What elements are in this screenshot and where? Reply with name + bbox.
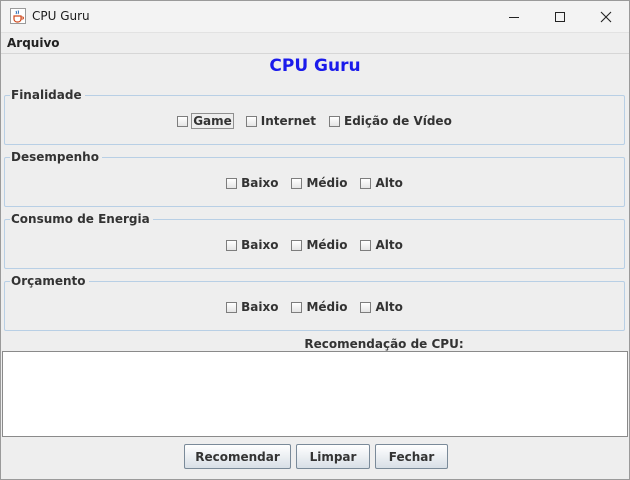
checkbox-box[interactable] xyxy=(291,301,303,313)
close-button[interactable]: Fechar xyxy=(375,444,448,469)
checkbox-box[interactable] xyxy=(360,239,372,251)
checkbox-box[interactable] xyxy=(226,177,238,189)
menu-bar: Arquivo xyxy=(1,33,629,54)
app-window: CPU Guru Arquivo CPU Guru Finalidade Gam… xyxy=(0,0,630,480)
close-icon xyxy=(600,11,612,22)
checkbox-desempenho-medio[interactable]: Médio xyxy=(291,176,347,190)
checkbox-label: Edição de Vídeo xyxy=(344,114,452,128)
menu-arquivo[interactable]: Arquivo xyxy=(7,36,60,50)
checkbox-label: Baixo xyxy=(241,300,279,314)
title-bar[interactable]: CPU Guru xyxy=(1,1,629,33)
checkbox-label: Baixo xyxy=(241,176,279,190)
checkbox-label: Médio xyxy=(306,176,348,190)
close-window-button[interactable] xyxy=(583,1,629,32)
checkbox-desempenho-alto[interactable]: Alto xyxy=(360,176,403,190)
checkbox-consumo-baixo[interactable]: Baixo xyxy=(226,238,278,252)
maximize-icon xyxy=(555,11,565,22)
checkbox-orcamento-baixo[interactable]: Baixo xyxy=(226,300,278,314)
checkbox-label: Game xyxy=(191,113,234,129)
checkbox-box[interactable] xyxy=(329,115,340,127)
checkbox-box[interactable] xyxy=(226,239,238,251)
checkbox-box[interactable] xyxy=(360,177,372,189)
recommendation-label: Recomendação de CPU: xyxy=(304,337,464,351)
checkbox-box[interactable] xyxy=(177,115,189,127)
recommendation-output[interactable] xyxy=(2,351,628,437)
checkbox-box[interactable] xyxy=(226,301,238,313)
checkbox-orcamento-alto[interactable]: Alto xyxy=(360,300,403,314)
checkbox-label: Médio xyxy=(306,300,348,314)
minimize-icon xyxy=(509,16,519,18)
group-title: Desempenho xyxy=(10,150,102,164)
checkbox-game[interactable]: Game xyxy=(177,113,234,129)
checkbox-label: Alto xyxy=(375,238,403,252)
checkbox-label: Alto xyxy=(375,300,403,314)
checkbox-box[interactable] xyxy=(245,115,257,127)
group-title: Orçamento xyxy=(10,274,89,288)
group-title: Consumo de Energia xyxy=(10,212,153,226)
checkbox-box[interactable] xyxy=(291,239,303,251)
checkbox-label: Médio xyxy=(306,238,348,252)
group-orcamento: Orçamento Baixo Médio Alto xyxy=(4,274,625,331)
checkbox-internet[interactable]: Internet xyxy=(245,114,316,128)
maximize-button[interactable] xyxy=(537,1,583,32)
checkbox-edicao-de-video[interactable]: Edição de Vídeo xyxy=(329,114,452,128)
recommend-button[interactable]: Recomendar xyxy=(184,444,291,469)
checkbox-box[interactable] xyxy=(360,301,372,313)
java-cup-icon xyxy=(10,8,26,24)
checkbox-label: Alto xyxy=(375,176,403,190)
group-finalidade: Finalidade Game Internet Edição de Vídeo xyxy=(4,88,625,145)
group-consumo-de-energia: Consumo de Energia Baixo Médio Alto xyxy=(4,212,625,269)
checkbox-label: Baixo xyxy=(241,238,279,252)
group-desempenho: Desempenho Baixo Médio Alto xyxy=(4,150,625,207)
minimize-button[interactable] xyxy=(491,1,537,32)
clear-button[interactable]: Limpar xyxy=(296,444,370,469)
window-title: CPU Guru xyxy=(32,9,90,23)
checkbox-consumo-alto[interactable]: Alto xyxy=(360,238,403,252)
checkbox-desempenho-baixo[interactable]: Baixo xyxy=(226,176,278,190)
group-title: Finalidade xyxy=(10,88,85,102)
checkbox-consumo-medio[interactable]: Médio xyxy=(291,238,347,252)
checkbox-orcamento-medio[interactable]: Médio xyxy=(291,300,347,314)
checkbox-box[interactable] xyxy=(291,177,303,189)
page-title: CPU Guru xyxy=(269,56,361,76)
checkbox-label: Internet xyxy=(260,114,316,128)
